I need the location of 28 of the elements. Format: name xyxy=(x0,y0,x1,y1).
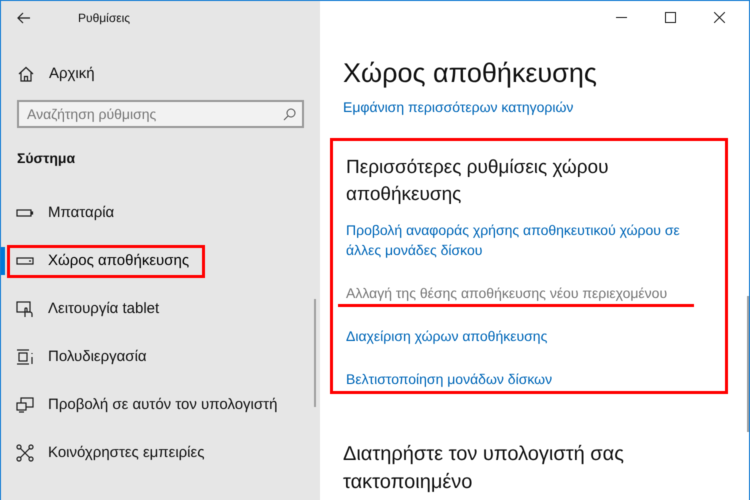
sidebar-item[interactable]: Πολυδιεργασία xyxy=(48,346,147,368)
tablet-icon xyxy=(16,300,34,318)
search-icon xyxy=(283,108,296,121)
sidebar-item[interactable]: Χώρος αποθήκευσης xyxy=(48,250,190,272)
scrollbar-thumb[interactable] xyxy=(747,296,749,432)
search-field[interactable]: Αναζήτηση ρύθμισης xyxy=(17,100,304,128)
window-title: Ρυθμίσεις xyxy=(78,10,130,27)
section-heading: Περισσότερες ρυθμίσεις χώρου αποθήκευσης xyxy=(346,156,610,207)
maximize-icon[interactable] xyxy=(665,12,676,22)
section-heading: Διατηρήστε τον υπολογιστή σας τακτοποιημένο xyxy=(343,442,625,495)
back-arrow-icon[interactable] xyxy=(17,12,31,24)
home-icon xyxy=(18,66,34,82)
scrollbar-thumb[interactable] xyxy=(314,299,316,407)
share-nodes-icon xyxy=(16,444,34,462)
monitor-icon xyxy=(16,396,34,414)
section-heading: Σύστημα xyxy=(17,149,76,168)
multitask-icon xyxy=(16,348,34,366)
close-icon[interactable] xyxy=(714,12,725,22)
home-link[interactable]: Αρχική xyxy=(49,62,95,86)
sidebar-item[interactable]: Προβολή σε αυτόν τον υπολογιστή xyxy=(48,394,278,416)
settings-link[interactable]: Βελτιστοποίηση μονάδων δίσκων xyxy=(346,369,552,389)
more-categories-link[interactable]: Εμφάνιση περισσότερων κατηγοριών xyxy=(343,97,574,118)
page-title: Χώρος αποθήκευσης xyxy=(343,57,597,90)
settings-link[interactable]: Διαχείριση χώρων αποθήκευσης xyxy=(346,326,548,346)
settings-link[interactable]: Προβολή αναφοράς χρήσης αποθηκευτικού χώρου σε άλλες μονάδες δίσκου xyxy=(346,220,717,260)
sidebar-item[interactable]: Μπαταρία xyxy=(48,202,114,224)
sidebar-item[interactable]: Κοινόχρηστες εμπειρίες xyxy=(48,442,204,464)
sidebar-item[interactable]: Λειτουργία tablet xyxy=(48,298,160,320)
